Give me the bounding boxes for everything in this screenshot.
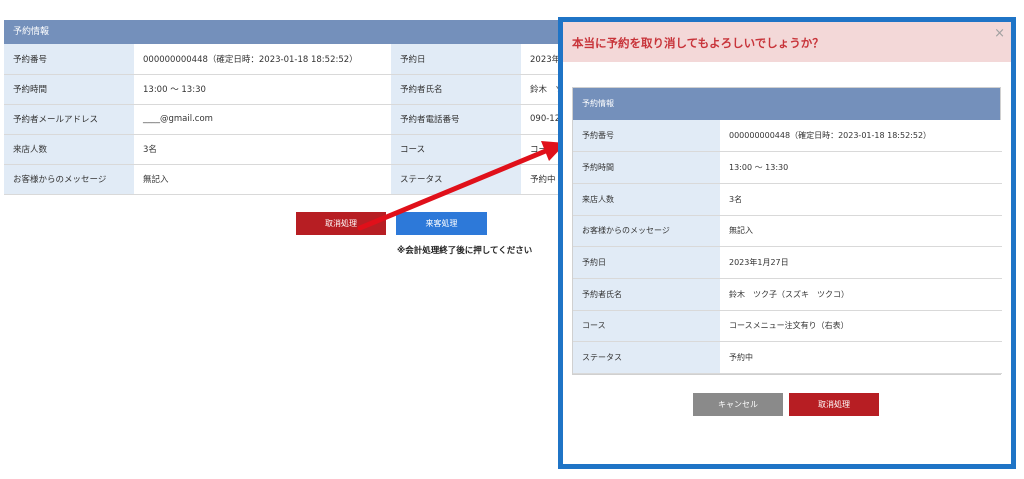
- table-row: コース コースメニュー注文有り（右表）: [573, 310, 1002, 343]
- dialog-info-table: 予約番号 000000000448（確定日時：2023-01-18 18:52:…: [573, 120, 1002, 374]
- field-label: ステータス: [573, 341, 720, 374]
- field-value: 無記入: [720, 215, 1002, 248]
- field-value: 13:00 〜 13:30: [720, 151, 1002, 184]
- field-value: 3名: [720, 183, 1002, 216]
- table-row: 予約時間 13:00 〜 13:30: [573, 151, 1002, 184]
- table-row: 予約日 2023年1月27日: [573, 246, 1002, 279]
- table-row: 予約番号 000000000448（確定日時：2023-01-18 18:52:…: [573, 120, 1002, 153]
- table-row: 予約者氏名 鈴木 ツク子（スズキ ツクコ）: [573, 278, 1002, 311]
- field-label: コース: [573, 310, 720, 343]
- table-row: ステータス 予約中: [573, 341, 1002, 374]
- field-label: お客様からのメッセージ: [573, 215, 720, 248]
- field-value: 000000000448（確定日時：2023-01-18 18:52:52）: [720, 120, 1002, 153]
- field-value: 予約中: [720, 341, 1002, 374]
- table-row: 来店人数 3名: [573, 183, 1002, 216]
- panel-title: 予約情報: [573, 88, 1000, 120]
- dialog-header: 本当に予約を取り消してもよろしいでしょうか？ ×: [563, 22, 1011, 62]
- table-row: お客様からのメッセージ 無記入: [573, 215, 1002, 248]
- dialog-title: 本当に予約を取り消してもよろしいでしょうか？: [572, 36, 824, 50]
- dialog-reservation-panel: 予約情報 予約番号 000000000448（確定日時：2023-01-18 1…: [572, 87, 1002, 375]
- field-value: 2023年1月27日: [720, 246, 1002, 279]
- cancel-confirm-dialog: 本当に予約を取り消してもよろしいでしょうか？ × 予約情報 予約番号 00000…: [558, 17, 1016, 469]
- field-value: コースメニュー注文有り（右表）: [720, 310, 1002, 343]
- close-icon[interactable]: ×: [994, 26, 1005, 41]
- field-label: 予約者氏名: [573, 278, 720, 311]
- cancel-button[interactable]: キャンセル: [693, 393, 783, 416]
- confirm-cancel-button[interactable]: 取消処理: [789, 393, 879, 416]
- field-label: 予約時間: [573, 151, 720, 184]
- field-label: 来店人数: [573, 183, 720, 216]
- field-label: 予約日: [573, 246, 720, 279]
- field-value: 鈴木 ツク子（スズキ ツクコ）: [720, 278, 1002, 311]
- field-label: 予約番号: [573, 120, 720, 153]
